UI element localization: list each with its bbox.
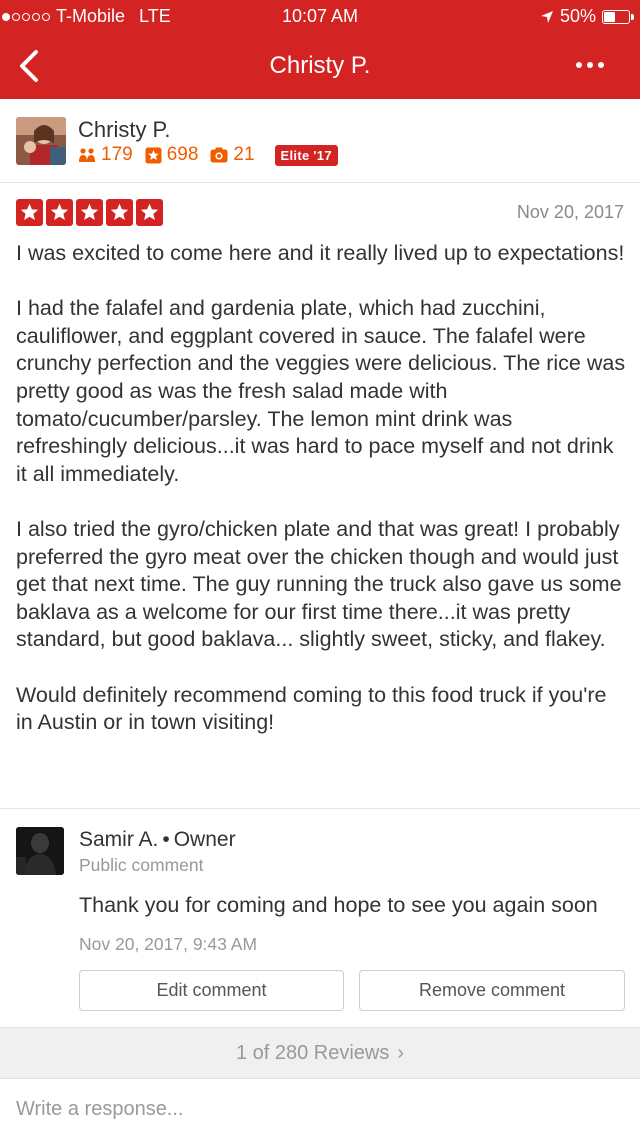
friends-count: 179 — [101, 144, 133, 165]
review-paragraph: I was excited to come here and it really… — [16, 241, 625, 265]
pager-label: 1 of 280 Reviews — [235, 1041, 390, 1064]
status-bar: T-Mobile LTE 10:07 AM 50% — [0, 0, 640, 34]
owner-role: Owner — [173, 828, 236, 851]
photos-stat: 21 — [210, 144, 255, 166]
rating-star-icon — [16, 199, 43, 226]
rating-star-icon — [136, 199, 163, 226]
reviewer-header[interactable]: Christy P. 179 698 21 Elite '17 — [0, 99, 640, 183]
app-header: T-Mobile LTE 10:07 AM 50% Christy P. — [0, 0, 640, 99]
review-text: I was excited to come here and it really… — [16, 240, 628, 764]
more-dot — [598, 62, 604, 68]
owner-comment-date: Nov 20, 2017, 9:43 AM — [79, 934, 258, 954]
reviewer-avatar[interactable] — [16, 117, 66, 165]
remove-comment-button[interactable]: Remove comment — [359, 970, 625, 1011]
owner-name-line: Samir A. • Owner — [79, 828, 236, 852]
review-date: Nov 20, 2017 — [516, 202, 624, 222]
edit-comment-button[interactable]: Edit comment — [79, 970, 344, 1011]
chevron-right-icon: › — [397, 1041, 405, 1064]
rating-star-icon — [76, 199, 103, 226]
battery-fill — [604, 11, 615, 22]
rating-star-icon — [46, 199, 73, 226]
reviews-stat: 698 — [145, 144, 199, 166]
battery-tip — [631, 13, 634, 20]
review-pager[interactable]: 1 of 280 Reviews › — [0, 1027, 640, 1078]
battery-percent: 50% — [559, 6, 596, 26]
comment-visibility: Public comment — [79, 855, 204, 875]
camera-icon — [210, 147, 228, 163]
review-paragraph: Would definitely recommend coming to thi… — [16, 682, 607, 735]
reviews-count: 698 — [166, 144, 199, 165]
owner-name[interactable]: Samir A. — [79, 828, 158, 851]
star-rating — [16, 199, 163, 226]
more-options-button[interactable] — [570, 50, 610, 80]
review-paragraph: I also tried the gyro/chicken plate and … — [16, 516, 622, 652]
friends-stat: 179 — [78, 144, 133, 166]
nav-bar: Christy P. — [0, 34, 640, 99]
location-arrow-icon — [540, 10, 553, 23]
response-bar — [0, 1078, 640, 1139]
more-dot — [587, 62, 593, 68]
more-dot — [576, 62, 582, 68]
reviewer-photo — [16, 117, 66, 165]
rating-star-icon — [106, 199, 133, 226]
friends-icon — [79, 148, 95, 162]
owner-comment-text: Thank you for coming and hope to see you… — [79, 893, 598, 917]
owner-separator: • — [162, 828, 170, 851]
elite-badge: Elite '17 — [274, 144, 338, 166]
response-input[interactable] — [16, 1093, 616, 1125]
owner-comment: Samir A. • Owner Public comment Thank you … — [0, 808, 640, 1026]
status-right: 50% — [540, 6, 634, 27]
owner-avatar[interactable] — [16, 827, 64, 875]
reviewer-name[interactable]: Christy P. — [78, 117, 171, 143]
battery-icon — [602, 9, 634, 24]
photos-count: 21 — [233, 144, 255, 165]
reviewer-stats: 179 698 21 Elite '17 — [78, 144, 338, 166]
review-star-icon — [145, 147, 162, 163]
owner-photo — [16, 827, 64, 875]
review-paragraph: I had the falafel and gardenia plate, wh… — [16, 296, 626, 486]
nav-title: Christy P. — [269, 52, 371, 79]
